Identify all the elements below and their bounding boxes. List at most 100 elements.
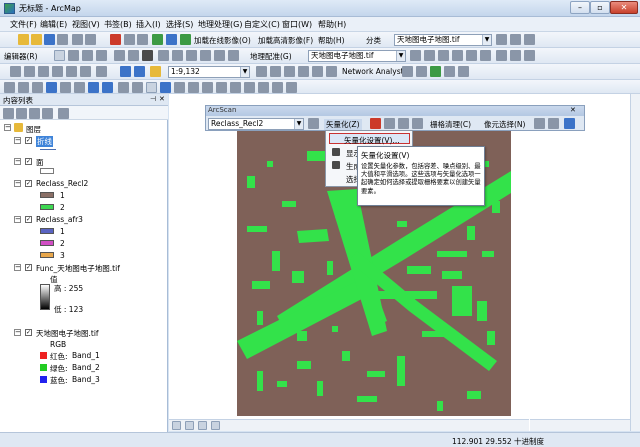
pin-icon[interactable]: ⊣ <box>150 95 156 103</box>
delete-icon[interactable] <box>110 34 121 45</box>
training-icon[interactable] <box>510 34 521 45</box>
menu-select[interactable]: 选择(S) <box>166 19 193 30</box>
python-icon[interactable] <box>326 66 337 77</box>
menu-help[interactable]: 帮助(H) <box>318 19 346 30</box>
pencil-icon[interactable] <box>398 118 409 129</box>
arcscan-titlebar[interactable]: ArcScan ✕ <box>206 106 584 116</box>
classify-tool-icon[interactable] <box>496 34 507 45</box>
edit-tool-icon[interactable] <box>54 50 65 61</box>
zoom-in-icon[interactable] <box>4 82 15 93</box>
topology-icon[interactable] <box>142 50 153 61</box>
contrast-icon[interactable] <box>496 50 507 61</box>
arc-icon[interactable] <box>82 50 93 61</box>
menu-edit[interactable]: 编辑(E) <box>40 19 67 30</box>
pause-drawing-icon[interactable] <box>211 421 220 430</box>
na-create-icon[interactable] <box>430 66 441 77</box>
measure-icon[interactable] <box>202 82 213 93</box>
add-data-icon[interactable] <box>152 34 163 45</box>
vertex-icon[interactable] <box>96 50 107 61</box>
create-features-icon[interactable] <box>228 50 239 61</box>
layer-visibility-checkbox[interactable]: ✓ <box>25 329 32 336</box>
vectorize-settings-menu-item[interactable]: 矢量化设置(V)... <box>329 133 410 145</box>
rotate-raster-icon[interactable] <box>466 50 477 61</box>
close-button[interactable]: ✕ <box>610 1 638 14</box>
menu-geoprocessing[interactable]: 地理处理(G) <box>198 19 242 30</box>
find-route-icon[interactable] <box>230 82 241 93</box>
vectorize-menu-button[interactable]: 矢量化(Z) <box>324 119 362 130</box>
arrow-icon[interactable] <box>38 66 49 77</box>
refresh-icon[interactable] <box>198 421 207 430</box>
add-hd-imagery-button[interactable]: 加载高清影像(F) <box>258 35 313 46</box>
hyperlink-icon[interactable] <box>174 82 185 93</box>
redo-icon[interactable] <box>137 34 148 45</box>
scale-combo[interactable]: 1:9,132 ▼ <box>168 66 250 78</box>
table-icon[interactable] <box>200 50 211 61</box>
editor-toolbar-icon[interactable] <box>256 66 267 77</box>
control-points-icon[interactable] <box>424 50 435 61</box>
grid-icon[interactable] <box>24 66 35 77</box>
goto-xy-icon[interactable] <box>244 82 255 93</box>
toc-layer-func-raster[interactable]: Func_天地图电子地图.tif <box>36 263 120 274</box>
select-features-icon[interactable] <box>118 82 129 93</box>
undo-arrow-icon[interactable] <box>120 66 131 77</box>
fit-display-icon[interactable] <box>410 50 421 61</box>
collapse-icon[interactable]: − <box>4 124 11 131</box>
toc-layer-polyline[interactable]: 折线 <box>36 136 53 147</box>
copy-icon[interactable] <box>85 34 96 45</box>
fixed-zoom-out-icon[interactable] <box>74 82 85 93</box>
time-slider-icon[interactable] <box>258 82 269 93</box>
brightness-icon[interactable] <box>510 50 521 61</box>
close-icon[interactable]: ✕ <box>159 95 165 103</box>
redo-arrow-icon[interactable] <box>134 66 145 77</box>
attributes-icon[interactable] <box>128 50 139 61</box>
menu-customize[interactable]: 自定义(C) <box>244 19 280 30</box>
new-icon[interactable] <box>18 34 29 45</box>
maximize-button[interactable]: ▫ <box>590 1 610 14</box>
layer-visibility-checkbox[interactable]: ✓ <box>25 264 32 271</box>
classify-layer-combo[interactable]: 天地图电子地图.tif ▼ <box>394 34 492 46</box>
sketch-props-icon[interactable] <box>214 50 225 61</box>
na-options-icon[interactable] <box>458 66 469 77</box>
search-icon[interactable] <box>298 66 309 77</box>
sketch-icon[interactable] <box>68 50 79 61</box>
html-popup-icon[interactable] <box>188 82 199 93</box>
menu-view[interactable]: 视图(V) <box>72 19 100 30</box>
layer-visibility-checkbox[interactable]: ✓ <box>25 180 32 187</box>
clear-selection-icon[interactable] <box>132 82 143 93</box>
select-icon[interactable] <box>10 66 21 77</box>
layout-icon[interactable] <box>52 66 63 77</box>
globe-icon[interactable] <box>180 34 191 45</box>
vectorize-icon[interactable] <box>370 118 381 129</box>
reshape-icon[interactable] <box>172 50 183 61</box>
layer-visibility-checkbox[interactable]: ✓ <box>25 158 32 165</box>
layer-visibility-checkbox[interactable]: ✓ <box>25 216 32 223</box>
collapse-icon[interactable]: − <box>14 216 21 223</box>
swipe-icon[interactable] <box>272 82 283 93</box>
minimize-button[interactable]: – <box>570 1 590 14</box>
close-icon[interactable]: ✕ <box>570 106 576 114</box>
menu-bookmarks[interactable]: 书签(B) <box>104 19 132 30</box>
pan-icon[interactable] <box>32 82 43 93</box>
na-directions-icon[interactable] <box>444 66 455 77</box>
vertical-scrollbar[interactable] <box>630 94 640 431</box>
collapse-icon[interactable]: − <box>14 329 21 336</box>
horizontal-scrollbar[interactable] <box>530 419 630 431</box>
classify-button[interactable]: 分类 <box>366 35 381 46</box>
na-window-icon[interactable] <box>402 66 413 77</box>
list-by-visibility-icon[interactable] <box>29 108 40 119</box>
raster-snap-icon[interactable] <box>384 118 395 129</box>
arctoolbox-icon[interactable] <box>312 66 323 77</box>
na-solve-icon[interactable] <box>416 66 427 77</box>
add-cells-icon[interactable] <box>564 118 575 129</box>
collapse-icon[interactable]: − <box>14 137 21 144</box>
help-menu-button[interactable]: 帮助(H) <box>318 35 345 46</box>
full-extent-icon[interactable] <box>46 82 57 93</box>
cut-icon[interactable] <box>72 34 83 45</box>
print-icon[interactable] <box>57 34 68 45</box>
raster-cleanup-button[interactable]: 栅格清理(C) <box>430 119 471 130</box>
snap-icon[interactable] <box>158 50 169 61</box>
save-icon[interactable] <box>44 34 55 45</box>
list-by-drawing-order-icon[interactable] <box>3 108 14 119</box>
select-elements-icon[interactable] <box>146 82 157 93</box>
zoom-out-icon[interactable] <box>18 82 29 93</box>
